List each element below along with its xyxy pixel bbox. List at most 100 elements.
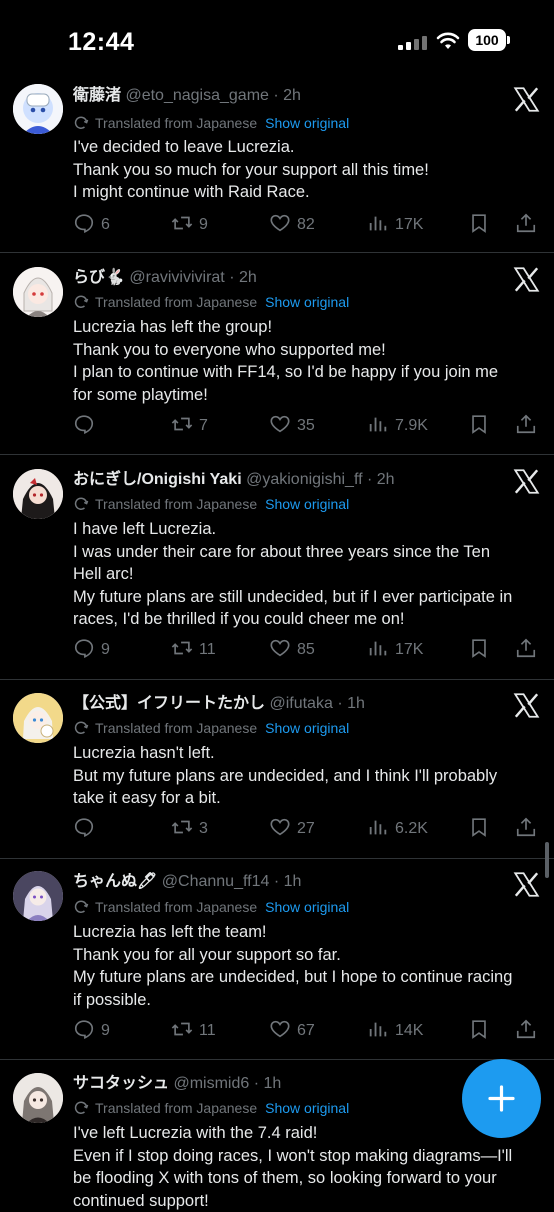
- reply-button[interactable]: 9: [73, 1018, 110, 1044]
- display-name[interactable]: おにぎし/Onigishi Yaki: [73, 471, 242, 488]
- show-original-link[interactable]: Show original: [265, 1100, 349, 1116]
- display-name[interactable]: らび🐇: [73, 269, 125, 286]
- compose-button[interactable]: [462, 1059, 541, 1138]
- x-logo-icon: [513, 871, 540, 898]
- bookmark-button[interactable]: [468, 1018, 496, 1044]
- reply-button[interactable]: 6: [73, 212, 110, 238]
- view-count: 7.9K: [395, 417, 428, 434]
- tweet-time[interactable]: · 2h: [229, 269, 257, 286]
- display-name[interactable]: 【公式】イフリートたかし: [73, 695, 265, 712]
- translate-icon: [73, 899, 89, 915]
- share-icon: [515, 212, 537, 234]
- user-handle[interactable]: @ravivivivirat: [129, 269, 224, 286]
- user-handle[interactable]: @yakionigishi_ff: [246, 471, 362, 488]
- like-button[interactable]: 35: [269, 413, 315, 439]
- reply-icon: [73, 413, 95, 435]
- share-button[interactable]: [515, 212, 543, 238]
- like-icon: [269, 637, 291, 659]
- reply-button[interactable]: [73, 816, 101, 842]
- like-count: 27: [297, 820, 315, 837]
- repost-icon: [171, 212, 193, 234]
- tweet[interactable]: らび🐇 @ravivivivirat · 2h Translated from …: [0, 253, 554, 455]
- views-button[interactable]: 7.9K: [367, 413, 428, 439]
- translate-icon: [73, 115, 89, 131]
- display-name[interactable]: ちゃんぬ🖊: [73, 873, 157, 890]
- user-handle[interactable]: @Channu_ff14: [162, 873, 270, 890]
- repost-button[interactable]: 3: [171, 816, 208, 842]
- tweet-header: ちゃんぬ🖊 @Channu_ff14 · 1h: [73, 868, 493, 896]
- display-name[interactable]: 衛藤渚: [73, 87, 121, 104]
- share-button[interactable]: [515, 1018, 543, 1044]
- display-name[interactable]: サコタッシュ: [73, 1075, 169, 1092]
- view-count: 14K: [395, 1022, 423, 1039]
- tweet[interactable]: ちゃんぬ🖊 @Channu_ff14 · 1h Translated from …: [0, 859, 554, 1060]
- reply-count: 6: [101, 216, 110, 233]
- tweet[interactable]: 衛藤渚 @eto_nagisa_game · 2h Translated fro…: [0, 80, 554, 253]
- views-button[interactable]: 14K: [367, 1018, 423, 1044]
- tweet[interactable]: 【公式】イフリートたかし @ifutaka · 1h Translated fr…: [0, 680, 554, 859]
- reply-button[interactable]: [73, 413, 101, 439]
- tweet-line: be flooding X with tons of them, so look…: [73, 1167, 543, 1190]
- like-icon: [269, 413, 291, 435]
- tweet-time[interactable]: · 1h: [274, 873, 302, 890]
- user-handle[interactable]: @eto_nagisa_game: [125, 87, 268, 104]
- avatar[interactable]: [13, 469, 63, 519]
- x-logo-icon: [513, 692, 540, 719]
- share-button[interactable]: [515, 816, 543, 842]
- reply-button[interactable]: 9: [73, 637, 110, 663]
- tweet-actions: 7 35 7.9K: [73, 413, 543, 439]
- bookmark-icon: [468, 637, 490, 659]
- tweet-time[interactable]: · 2h: [367, 471, 395, 488]
- views-button[interactable]: 6.2K: [367, 816, 428, 842]
- like-button[interactable]: 67: [269, 1018, 315, 1044]
- views-button[interactable]: 17K: [367, 637, 423, 663]
- show-original-link[interactable]: Show original: [265, 720, 349, 736]
- like-button[interactable]: 27: [269, 816, 315, 842]
- share-button[interactable]: [515, 413, 543, 439]
- bookmark-button[interactable]: [468, 212, 496, 238]
- repost-button[interactable]: 11: [171, 1018, 216, 1044]
- avatar[interactable]: [13, 267, 63, 317]
- views-icon: [367, 637, 389, 659]
- tweet-header: おにぎし/Onigishi Yaki @yakionigishi_ff · 2h: [73, 466, 493, 494]
- bookmark-button[interactable]: [468, 816, 496, 842]
- tweet-time[interactable]: · 1h: [337, 695, 365, 712]
- avatar[interactable]: [13, 1073, 63, 1123]
- repost-button[interactable]: 9: [171, 212, 208, 238]
- like-button[interactable]: 82: [269, 212, 315, 238]
- share-button[interactable]: [515, 637, 543, 663]
- avatar[interactable]: [13, 693, 63, 743]
- tweet-time[interactable]: · 1h: [254, 1075, 282, 1092]
- like-count: 67: [297, 1022, 315, 1039]
- bookmark-icon: [468, 1018, 490, 1040]
- translated-label: Translated from Japanese: [95, 1100, 257, 1116]
- view-count: 17K: [395, 216, 423, 233]
- tweet-text: I've decided to leave Lucrezia. Thank yo…: [73, 136, 543, 204]
- bookmark-button[interactable]: [468, 637, 496, 663]
- avatar[interactable]: [13, 871, 63, 921]
- show-original-link[interactable]: Show original: [265, 115, 349, 131]
- views-button[interactable]: 17K: [367, 212, 423, 238]
- bookmark-button[interactable]: [468, 413, 496, 439]
- repost-button[interactable]: 11: [171, 637, 216, 663]
- tweet-time[interactable]: · 2h: [273, 87, 301, 104]
- tweet[interactable]: おにぎし/Onigishi Yaki @yakionigishi_ff · 2h…: [0, 455, 554, 680]
- tweet-text: Lucrezia has left the team! Thank you fo…: [73, 921, 543, 1011]
- user-handle[interactable]: @ifutaka: [269, 695, 332, 712]
- show-original-link[interactable]: Show original: [265, 496, 349, 512]
- like-count: 85: [297, 641, 315, 658]
- show-original-link[interactable]: Show original: [265, 294, 349, 310]
- avatar[interactable]: [13, 84, 63, 134]
- tweet-actions: 9 11 67 14K: [73, 1018, 543, 1044]
- show-original-link[interactable]: Show original: [265, 899, 349, 915]
- tweet-actions: 6 9 82 17K: [73, 212, 543, 238]
- repost-button[interactable]: 7: [171, 413, 208, 439]
- tweet-line: My future plans are undecided, but I hop…: [73, 966, 543, 989]
- scrollbar[interactable]: [545, 842, 549, 878]
- user-handle[interactable]: @mismid6: [173, 1075, 249, 1092]
- like-button[interactable]: 85: [269, 637, 315, 663]
- translated-label: Translated from Japanese: [95, 294, 257, 310]
- reply-icon: [73, 637, 95, 659]
- translation-notice: Translated from JapaneseShow original: [73, 897, 349, 917]
- tweet-header: サコタッシュ @mismid6 · 1h: [73, 1070, 493, 1098]
